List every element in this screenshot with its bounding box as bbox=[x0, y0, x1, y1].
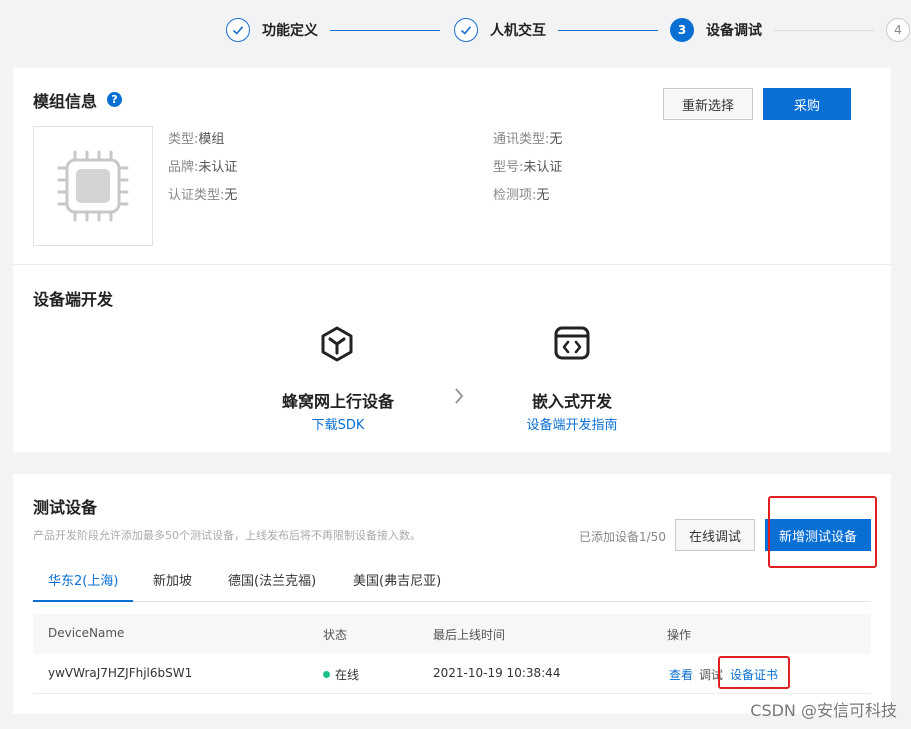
device-count: 已添加设备1/50 bbox=[579, 530, 666, 544]
test-devices-title: 测试设备 bbox=[33, 498, 98, 517]
step-number: 4 bbox=[886, 18, 910, 42]
field-brand: 品牌:未认证 bbox=[168, 160, 238, 175]
field-cert-type: 认证类型:无 bbox=[168, 188, 238, 203]
column-header: DeviceName bbox=[48, 626, 125, 640]
step-label: 设备调试 bbox=[706, 23, 762, 39]
step-number: 3 bbox=[670, 18, 694, 42]
tab-singapore[interactable]: 新加坡 bbox=[153, 570, 192, 602]
view-link[interactable]: 查看 bbox=[669, 666, 693, 683]
field-model: 型号:未认证 bbox=[493, 160, 563, 175]
column-header: 操作 bbox=[667, 628, 692, 642]
column-header: 最后上线时间 bbox=[433, 628, 506, 642]
step-connector bbox=[774, 30, 874, 31]
field-type: 类型:模组 bbox=[168, 132, 225, 147]
progress-stepper: 功能定义 人机交互 3 设备调试 4 bbox=[0, 0, 911, 60]
table-header: DeviceName 状态 最后上线时间 操作 bbox=[33, 614, 871, 654]
step-hmi[interactable]: 人机交互 bbox=[454, 18, 546, 42]
test-devices-description: 产品开发阶段允许添加最多50个测试设备，上线发布后将不再限制设备接入数。 bbox=[33, 529, 421, 542]
chip-icon bbox=[57, 150, 129, 222]
tab-east-china-2[interactable]: 华东2(上海) bbox=[33, 570, 134, 602]
step-label: 人机交互 bbox=[490, 23, 546, 39]
highlight-box bbox=[768, 496, 877, 568]
step-connector bbox=[558, 30, 658, 31]
status-badge: 在线 bbox=[323, 666, 359, 683]
cube-icon[interactable] bbox=[319, 325, 355, 363]
device-dev-title: 设备端开发 bbox=[33, 290, 114, 309]
reselect-button[interactable]: 重新选择 bbox=[663, 88, 753, 120]
divider bbox=[13, 264, 891, 265]
field-comm-type: 通讯类型:无 bbox=[493, 132, 563, 147]
device-name: ywVWraJ7HZJFhjl6bSW1 bbox=[48, 666, 193, 680]
online-dot-icon bbox=[323, 671, 330, 678]
column-header: 状态 bbox=[323, 628, 348, 642]
embedded-dev-title: 嵌入式开发 bbox=[531, 392, 612, 411]
device-dev-guide-link[interactable]: 设备端开发指南 bbox=[472, 414, 672, 433]
purchase-button[interactable]: 采购 bbox=[763, 88, 851, 120]
field-test-items: 检测项:无 bbox=[493, 188, 550, 203]
module-info-title: 模组信息 bbox=[33, 92, 98, 111]
help-icon[interactable]: ? bbox=[107, 92, 122, 107]
step-device-debug[interactable]: 3 设备调试 bbox=[670, 18, 762, 42]
step-connector bbox=[330, 30, 440, 31]
tab-usa[interactable]: 美国(弗吉尼亚) bbox=[353, 570, 441, 602]
module-image bbox=[33, 126, 153, 246]
step-label: 功能定义 bbox=[262, 23, 318, 39]
check-icon bbox=[454, 18, 478, 42]
step-4[interactable]: 4 bbox=[886, 18, 910, 42]
test-devices-card: 测试设备 产品开发阶段允许添加最多50个测试设备，上线发布后将不再限制设备接入数… bbox=[13, 474, 891, 714]
tab-germany[interactable]: 德国(法兰克福) bbox=[228, 570, 316, 602]
module-card: 模组信息 ? 重新选择 采购 类型:模组 品牌:未认证 认证类型:无 通讯类型:… bbox=[13, 68, 891, 452]
code-window-icon[interactable] bbox=[553, 324, 591, 362]
chevron-right-icon bbox=[455, 388, 464, 404]
region-tabs: 华东2(上海) 新加坡 德国(法兰克福) 美国(弗吉尼亚) bbox=[33, 570, 871, 602]
watermark: CSDN @安信可科技 bbox=[750, 701, 897, 720]
cellular-device-title: 蜂窝网上行设备 bbox=[281, 392, 394, 411]
check-icon bbox=[226, 18, 250, 42]
step-function-definition[interactable]: 功能定义 bbox=[226, 18, 318, 42]
last-online-time: 2021-10-19 10:38:44 bbox=[433, 666, 561, 680]
download-sdk-link[interactable]: 下载SDK bbox=[238, 414, 438, 433]
online-debug-button[interactable]: 在线调试 bbox=[675, 519, 755, 551]
highlight-box bbox=[718, 656, 790, 689]
